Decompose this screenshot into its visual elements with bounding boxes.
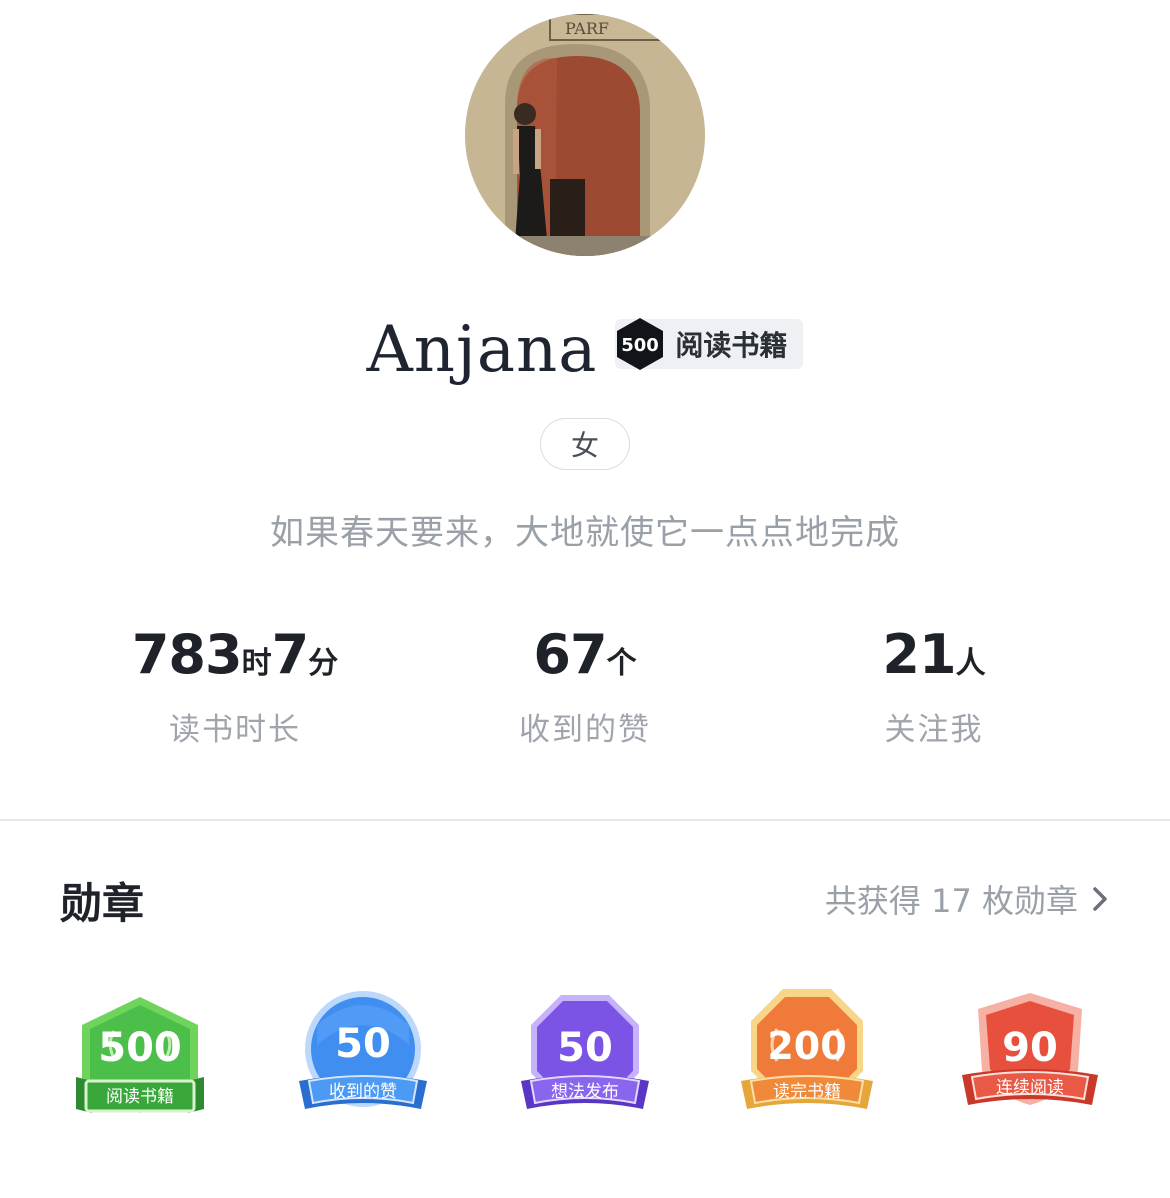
- title-badge-label: 阅读书籍: [675, 329, 788, 362]
- name-row: Anjana 500 阅读书籍: [0, 310, 1170, 387]
- stat-label: 关注我: [884, 712, 984, 748]
- svg-text:PARF: PARF: [565, 19, 609, 38]
- svg-text:读完书籍: 读完书籍: [773, 1082, 841, 1102]
- medals-summary-link[interactable]: 共获得 17 枚勋章: [825, 876, 1110, 922]
- gender-pill: 女: [540, 418, 630, 470]
- svg-text:阅读书籍: 阅读书籍: [106, 1087, 174, 1107]
- medals-title: 勋章: [60, 879, 145, 928]
- username: Anjana: [366, 313, 598, 387]
- title-badge[interactable]: 500 阅读书籍: [615, 318, 804, 370]
- svg-text:200: 200: [767, 1024, 846, 1068]
- section-divider: [0, 819, 1170, 821]
- svg-text:收到的赞: 收到的赞: [329, 1082, 397, 1102]
- chevron-right-icon: [1093, 887, 1107, 911]
- svg-text:连续阅读: 连续阅读: [996, 1078, 1064, 1098]
- medals-summary-text: 共获得 17 枚勋章: [824, 882, 1078, 920]
- svg-text:90: 90: [1002, 1025, 1058, 1071]
- medal-thoughts-published[interactable]: 50 想法发布: [515, 985, 655, 1135]
- medal-shield-icon: 90 连续阅读: [962, 993, 1098, 1105]
- gender-label: 女: [570, 429, 599, 462]
- svg-text:想法发布: 想法发布: [551, 1082, 619, 1102]
- stat-value: 783时7分: [131, 623, 339, 686]
- medal-consecutive-reading[interactable]: 90 连续阅读: [960, 985, 1100, 1135]
- hexagon-badge-icon: 500: [617, 318, 664, 370]
- stat-likes-received[interactable]: 67个 收到的赞: [420, 618, 750, 749]
- medal-likes-received[interactable]: 50 收到的赞: [293, 985, 433, 1135]
- stat-value: 21人: [882, 623, 986, 686]
- medal-circle-icon: 50 收到的赞: [299, 991, 427, 1109]
- svg-text:50: 50: [335, 1021, 391, 1067]
- title-badge-number: 500: [622, 335, 660, 356]
- stat-label: 读书时长: [169, 712, 301, 748]
- avatar[interactable]: PARF: [465, 14, 705, 256]
- stat-label: 收到的赞: [519, 712, 651, 748]
- medal-books-finished[interactable]: 200 读完书籍: [737, 985, 877, 1135]
- stat-reading-time[interactable]: 783时7分 读书时长: [70, 618, 400, 749]
- medal-octagon-gold-icon: 200 读完书籍: [741, 989, 873, 1109]
- medal-reading-books[interactable]: 500 阅读书籍: [70, 985, 210, 1135]
- medal-hexagon-icon: 500 阅读书籍: [76, 997, 204, 1113]
- svg-text:50: 50: [557, 1025, 613, 1071]
- signature: 如果春天要来，大地就使它一点点地完成: [270, 513, 900, 553]
- stat-followers[interactable]: 21人 关注我: [769, 618, 1099, 749]
- svg-text:500: 500: [98, 1025, 182, 1071]
- medal-octagon-icon: 50 想法发布: [521, 995, 649, 1109]
- stat-value: 67个: [533, 623, 637, 686]
